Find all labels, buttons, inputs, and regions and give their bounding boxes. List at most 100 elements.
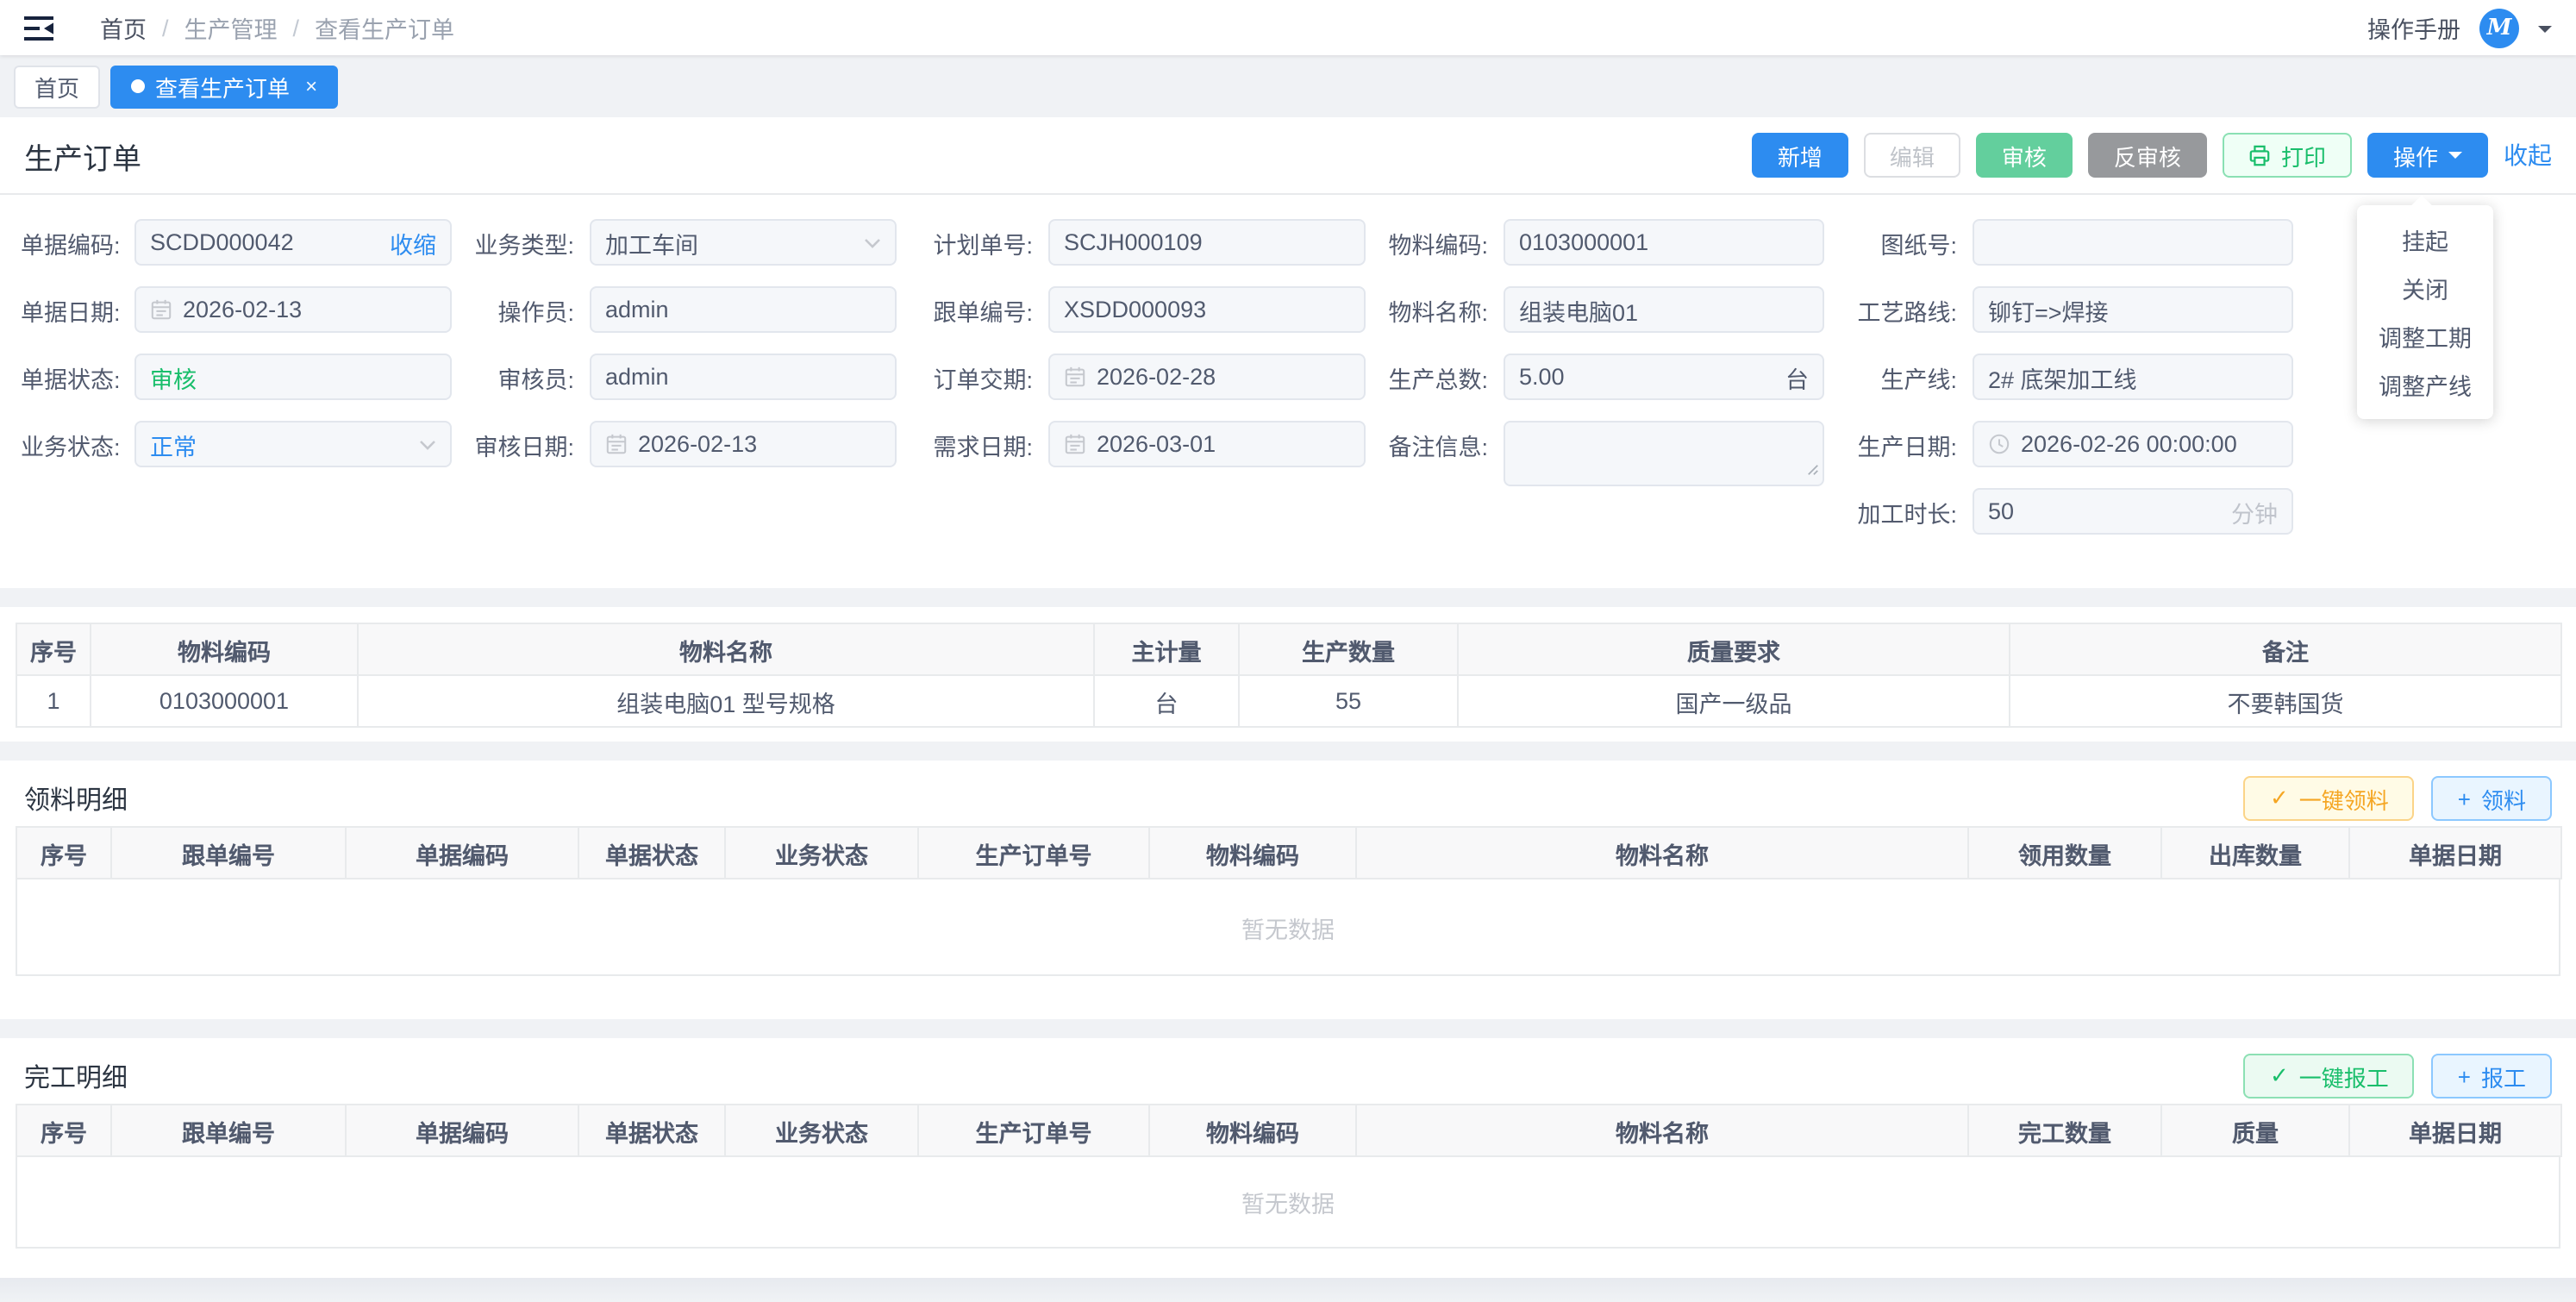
item-row[interactable]: 10103000001组装电脑01 型号规格台55国产一级品不要韩国货 — [16, 675, 2561, 727]
action-menu-item-suspend[interactable]: 挂起 — [2357, 216, 2493, 264]
add-button[interactable]: 新增 — [1752, 133, 1848, 178]
column-header: 生产订单号 — [918, 1105, 1149, 1156]
manual-link[interactable]: 操作手册 — [2367, 10, 2460, 45]
tab-home[interactable]: 首页 — [14, 65, 100, 108]
column-header: 出库数量 — [2161, 827, 2349, 879]
column-header: 业务状态 — [725, 1105, 918, 1156]
plan-no-label: 计划单号: — [897, 225, 1048, 260]
production-date-label: 生产日期: — [1824, 427, 1973, 461]
table-header-row: 序号跟单编号单据编码单据状态业务状态生产订单号物料编码物料名称完工数量质量单据日… — [16, 1105, 2561, 1156]
doc-date-value: 2026-02-13 — [183, 297, 436, 322]
column-header: 备注 — [2010, 623, 2561, 675]
column-header: 领用数量 — [1968, 827, 2161, 879]
process-duration-field[interactable]: 50 分钟 — [1973, 488, 2293, 535]
process-duration-unit: 分钟 — [2231, 494, 2278, 529]
print-button[interactable]: 打印 — [2223, 133, 2352, 178]
order-form-card: 生产订单 新增 编辑 审核 反审核 打印 操作 收起 — [0, 117, 2576, 588]
empty-placeholder: 暂无数据 — [16, 879, 2560, 976]
production-line-field[interactable]: 2# 底架加工线 — [1973, 354, 2293, 400]
table-cell: 不要韩国货 — [2010, 675, 2561, 727]
plus-icon: + — [2458, 786, 2471, 811]
quick-pick-button[interactable]: ✓ 一键领料 — [2244, 776, 2415, 821]
operator-label: 操作员: — [452, 292, 590, 327]
column-header: 质量 — [2161, 1105, 2349, 1156]
quick-report-button[interactable]: ✓ 一键报工 — [2244, 1054, 2415, 1099]
action-menu-item-adjust-line[interactable]: 调整产线 — [2357, 360, 2493, 409]
material-table: 序号跟单编号单据编码单据状态业务状态生产订单号物料编码物料名称领用数量出库数量单… — [0, 826, 2576, 976]
operator-value: admin — [605, 297, 881, 322]
breadcrumb-production[interactable]: 生产管理 — [184, 10, 278, 45]
material-code-value: 0103000001 — [1519, 229, 1809, 255]
pick-button[interactable]: + 领料 — [2432, 776, 2552, 821]
column-header: 跟单编号 — [111, 827, 346, 879]
tab-active-dot-icon — [131, 79, 145, 93]
material-section-title: 领料明细 — [24, 780, 128, 817]
process-route-value: 铆钉=>焊接 — [1988, 292, 2278, 327]
follow-no-field[interactable]: XSDD000093 — [1048, 286, 1366, 333]
production-line-label: 生产线: — [1824, 360, 1973, 394]
action-button[interactable]: 操作 — [2367, 133, 2488, 178]
tab-close-icon[interactable]: × — [305, 74, 317, 98]
demand-date-value: 2026-03-01 — [1097, 431, 1350, 457]
audit-date-field[interactable]: 2026-02-13 — [590, 421, 897, 467]
biz-type-field[interactable]: 加工车间 — [590, 219, 897, 266]
demand-date-field[interactable]: 2026-03-01 — [1048, 421, 1366, 467]
section-gap — [0, 1019, 2576, 1038]
material-name-field[interactable]: 组装电脑01 — [1504, 286, 1824, 333]
tab-view-production-order[interactable]: 查看生产订单 × — [110, 65, 338, 108]
menu-fold-icon[interactable] — [24, 14, 59, 41]
biz-status-value: 正常 — [150, 427, 409, 461]
user-avatar[interactable]: M — [2479, 8, 2519, 47]
total-qty-label: 生产总数: — [1366, 360, 1504, 394]
table-cell: 0103000001 — [91, 675, 358, 727]
doc-date-field[interactable]: 2026-02-13 — [134, 286, 452, 333]
table-cell: 国产一级品 — [1458, 675, 2010, 727]
collapse-link[interactable]: 收起 — [2504, 138, 2552, 172]
drawing-no-label: 图纸号: — [1824, 225, 1973, 260]
order-due-date-label: 订单交期: — [897, 360, 1048, 394]
drawing-no-field[interactable] — [1973, 219, 2293, 266]
total-qty-field[interactable]: 5.00台 — [1504, 354, 1824, 400]
biz-status-field[interactable]: 正常 — [134, 421, 452, 467]
breadcrumb-current: 查看生产订单 — [315, 10, 454, 45]
total-qty-value: 5.00 — [1519, 364, 1775, 390]
collapse-code-link[interactable]: 收缩 — [390, 225, 436, 260]
doc-code-field[interactable]: SCDD000042收缩 — [134, 219, 452, 266]
doc-code-label: 单据编码: — [21, 225, 134, 260]
chevron-down-icon — [864, 237, 881, 247]
column-header: 单据编码 — [346, 1105, 578, 1156]
user-caret-down-icon[interactable] — [2538, 25, 2552, 39]
operator-field[interactable]: admin — [590, 286, 897, 333]
column-header: 物料编码 — [1149, 827, 1356, 879]
production-date-field[interactable]: 2026-02-26 00:00:00 — [1973, 421, 2293, 467]
check-icon: ✓ — [2270, 785, 2289, 812]
process-route-field[interactable]: 铆钉=>焊接 — [1973, 286, 2293, 333]
remark-field[interactable] — [1504, 421, 1824, 486]
unaudit-button[interactable]: 反审核 — [2088, 133, 2207, 178]
table-cell: 台 — [1094, 675, 1239, 727]
report-button[interactable]: + 报工 — [2432, 1054, 2552, 1099]
table-cell: 1 — [16, 675, 91, 727]
process-route-label: 工艺路线: — [1824, 292, 1973, 327]
resize-grip-icon[interactable] — [1807, 455, 1819, 481]
order-due-date-field[interactable]: 2026-02-28 — [1048, 354, 1366, 400]
action-menu-item-adjust-schedule[interactable]: 调整工期 — [2357, 312, 2493, 360]
audit-button[interactable]: 审核 — [1976, 133, 2073, 178]
clock-icon — [1988, 433, 2010, 455]
plan-no-field[interactable]: SCJH000109 — [1048, 219, 1366, 266]
biz-status-label: 业务状态: — [21, 427, 134, 461]
action-menu-item-close[interactable]: 关闭 — [2357, 264, 2493, 312]
auditor-field[interactable]: admin — [590, 354, 897, 400]
toolbar: 新增 编辑 审核 反审核 打印 操作 收起 — [1752, 133, 2552, 178]
form-header: 生产订单 新增 编辑 审核 反审核 打印 操作 收起 — [0, 117, 2576, 195]
material-code-field[interactable]: 0103000001 — [1504, 219, 1824, 266]
doc-status-field[interactable]: 审核 — [134, 354, 452, 400]
finish-detail-card: 完工明细 ✓ 一键报工 + 报工 序号跟单编号单据编码单据状态业务状态生产订单号… — [0, 1038, 2576, 1278]
calendar-icon — [605, 433, 628, 455]
chevron-down-icon — [2448, 152, 2462, 166]
breadcrumb-home[interactable]: 首页 — [100, 10, 147, 45]
process-duration-value: 50 — [1988, 498, 2221, 524]
column-header: 质量要求 — [1458, 623, 2010, 675]
column-header: 主计量 — [1094, 623, 1239, 675]
table-header-row: 序号跟单编号单据编码单据状态业务状态生产订单号物料编码物料名称领用数量出库数量单… — [16, 827, 2561, 879]
